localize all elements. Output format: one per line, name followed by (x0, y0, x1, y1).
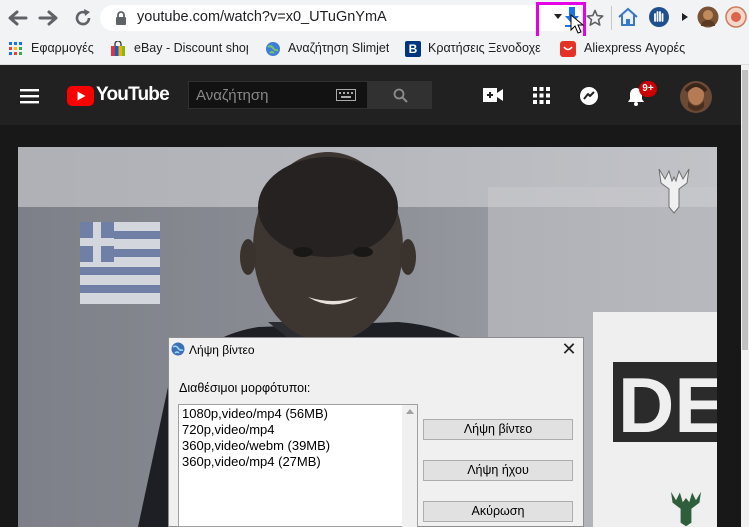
notification-badge: 9+ (639, 81, 657, 97)
hand-extension-icon[interactable] (648, 6, 670, 28)
search-input[interactable]: Αναζήτηση (196, 87, 268, 104)
download-video-button[interactable]: Λήψη βίντεο (423, 419, 573, 440)
bookmark-slimjet-search[interactable]: Αναζήτηση Slimjet (288, 41, 389, 55)
toolbar-divider (611, 6, 612, 30)
bookmark-hotel-bookings[interactable]: Κρατήσεις Ξενοδοχεί (428, 41, 541, 55)
globe-icon (171, 342, 185, 356)
dropdown-arrow-icon[interactable] (554, 14, 562, 20)
youtube-logo-icon[interactable] (67, 86, 94, 106)
format-option[interactable]: 360p,video/mp4 (27MB) (182, 454, 321, 469)
ebay-bag-icon (111, 41, 125, 56)
mouse-cursor-icon (570, 14, 585, 34)
bookmark-star-icon[interactable] (586, 9, 604, 27)
search-icon (393, 88, 408, 103)
bucks-logo-icon (669, 488, 703, 527)
svg-text:DE: DE (618, 361, 717, 449)
format-option[interactable]: 720p,video/mp4 (182, 422, 275, 437)
hamburger-menu-icon[interactable] (20, 88, 40, 104)
profile-avatar-icon[interactable] (697, 6, 719, 28)
booking-logo-icon: B (405, 41, 421, 57)
forward-arrow-icon[interactable] (38, 9, 60, 27)
chevron-right-icon[interactable] (682, 13, 688, 21)
download-audio-button[interactable]: Λήψη ήχου (423, 460, 573, 481)
keyboard-icon[interactable] (336, 89, 356, 101)
extension-badge-icon[interactable] (725, 6, 747, 28)
format-option[interactable]: 1080p,video/mp4 (56MB) (182, 406, 328, 421)
messages-icon[interactable] (579, 86, 599, 106)
list-scrollbar[interactable] (402, 405, 417, 527)
create-video-icon[interactable] (483, 88, 503, 102)
format-option[interactable]: 360p,video/webm (39MB) (182, 438, 330, 453)
home-icon[interactable] (617, 7, 639, 27)
back-arrow-icon[interactable] (6, 9, 28, 27)
apps-grid-icon (9, 42, 22, 55)
formats-label: Διαθέσιμοι μορφότυποι: (179, 381, 311, 395)
scroll-up-arrow-icon[interactable] (406, 409, 414, 414)
bookmark-ebay[interactable]: eBay - Discount shop (134, 41, 248, 55)
user-avatar[interactable] (680, 81, 712, 113)
bookmark-aliexpress[interactable]: Aliexpress Αγορές (584, 41, 685, 55)
lock-icon[interactable] (115, 11, 127, 25)
aliexpress-icon (560, 41, 576, 57)
close-icon[interactable]: ✕ (558, 339, 580, 359)
apps-grid-icon[interactable] (533, 87, 550, 104)
bookmark-apps[interactable]: Εφαρμογές (31, 41, 94, 55)
reload-icon[interactable] (72, 7, 94, 29)
page-scrollbar-thumb[interactable] (742, 70, 748, 350)
dialog-title: Λήψη βίντεο (189, 343, 255, 357)
globe-icon (266, 42, 280, 56)
cancel-button[interactable]: Ακύρωση (423, 501, 573, 522)
bucks-watermark-icon (658, 168, 690, 214)
youtube-logo-text[interactable]: YouTube (96, 84, 170, 106)
url-text[interactable]: youtube.com/watch?v=x0_UTuGnYmA (137, 9, 387, 25)
